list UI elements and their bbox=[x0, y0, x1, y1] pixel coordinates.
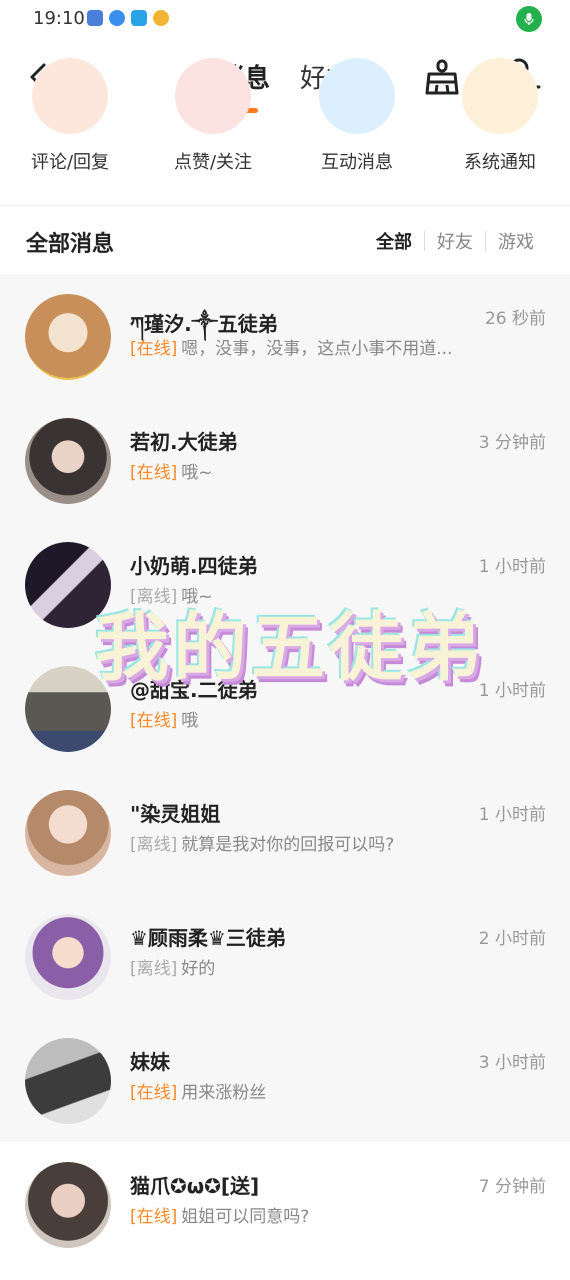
preview-text: 姐姐可以同意吗? bbox=[181, 1207, 310, 1227]
message-row[interactable]: ♛顾雨柔♛三徒弟 2 小时前 [离线] 好的 bbox=[0, 894, 570, 1018]
status-time: 19:10 bbox=[33, 8, 85, 29]
message-preview: [在线] 哦 bbox=[130, 706, 490, 731]
message-preview: [离线] 就算是我对你的回报可以吗? bbox=[130, 830, 490, 855]
notification-icons bbox=[87, 10, 169, 26]
quick-action-interactions[interactable]: 互动消息 bbox=[287, 58, 427, 204]
microphone-icon bbox=[516, 6, 542, 32]
quick-action-label: 系统通知 bbox=[464, 152, 536, 173]
comment-icon bbox=[32, 58, 108, 134]
app-notification-icon bbox=[87, 10, 103, 26]
online-status: [在线] bbox=[130, 711, 178, 731]
message-time: 1 小时前 bbox=[478, 805, 546, 825]
preview-text: 哦 bbox=[181, 711, 199, 731]
contact-name: 若初.大徒弟 bbox=[130, 430, 238, 454]
message-time: 7 分钟前 bbox=[478, 1177, 546, 1197]
message-preview: [离线] 哦~ bbox=[130, 582, 490, 607]
messages-header: 全部消息 全部 好友 游戏 bbox=[0, 206, 570, 274]
preview-text: 哦~ bbox=[181, 587, 213, 607]
offline-status: [离线] bbox=[130, 835, 178, 855]
message-time: 3 分钟前 bbox=[478, 433, 546, 453]
offline-status: [离线] bbox=[130, 959, 178, 979]
online-status: [在线] bbox=[130, 339, 178, 359]
avatar[interactable] bbox=[25, 294, 111, 380]
message-preview: [在线] 嗯，没事，没事，这点小事不用道... bbox=[130, 334, 490, 359]
message-row[interactable]: 猫爪✪ω✪[送] 7 分钟前 [在线] 姐姐可以同意吗? bbox=[0, 1142, 570, 1266]
message-row[interactable]: 小奶萌.四徒弟 1 小时前 [离线] 哦~ bbox=[0, 522, 570, 646]
contact-name: 猫爪✪ω✪[送] bbox=[130, 1174, 260, 1198]
message-time: 1 小时前 bbox=[478, 681, 546, 701]
online-status: [在线] bbox=[130, 463, 178, 483]
online-status: [在线] bbox=[130, 1083, 178, 1103]
message-filters: 全部 好友 游戏 bbox=[364, 228, 546, 254]
avatar[interactable] bbox=[25, 418, 111, 504]
filter-games[interactable]: 游戏 bbox=[486, 228, 546, 254]
online-status: [在线] bbox=[130, 1207, 178, 1227]
message-time: 2 小时前 bbox=[478, 929, 546, 949]
contact-name: 小奶萌.四徒弟 bbox=[130, 554, 258, 578]
message-row[interactable]: ཀ瑾汐.༒五徒弟 26 秒前 [在线] 嗯，没事，没事，这点小事不用道... bbox=[0, 274, 570, 398]
preview-text: 嗯，没事，没事，这点小事不用道... bbox=[181, 339, 453, 359]
like-icon bbox=[175, 58, 251, 134]
preview-text: 用来涨粉丝 bbox=[181, 1083, 267, 1103]
avatar[interactable] bbox=[25, 666, 111, 752]
message-row[interactable]: 若初.大徒弟 3 分钟前 [在线] 哦~ bbox=[0, 398, 570, 522]
contact-name: "染灵姐姐 bbox=[130, 802, 221, 826]
message-row[interactable]: @甜宝.二徒弟 1 小时前 [在线] 哦 bbox=[0, 646, 570, 770]
offline-status: [离线] bbox=[130, 587, 178, 607]
interaction-icon bbox=[319, 58, 395, 134]
quick-action-label: 互动消息 bbox=[321, 152, 393, 173]
contact-name: ♛顾雨柔♛三徒弟 bbox=[130, 926, 286, 950]
avatar[interactable] bbox=[25, 1038, 111, 1124]
avatar[interactable] bbox=[25, 790, 111, 876]
avatar[interactable] bbox=[25, 914, 111, 1000]
section-title: 全部消息 bbox=[26, 232, 115, 257]
message-time: 3 小时前 bbox=[478, 1053, 546, 1073]
app-notification-icon bbox=[153, 10, 169, 26]
filter-all[interactable]: 全部 bbox=[364, 228, 424, 254]
avatar[interactable] bbox=[25, 542, 111, 628]
quick-action-system[interactable]: 系统通知 bbox=[430, 58, 570, 204]
message-preview: [在线] 姐姐可以同意吗? bbox=[130, 1202, 490, 1227]
preview-text: 哦~ bbox=[181, 463, 213, 483]
quick-action-label: 评论/回复 bbox=[30, 152, 110, 173]
quick-action-label: 点赞/关注 bbox=[173, 152, 253, 173]
message-preview: [离线] 好的 bbox=[130, 954, 490, 979]
app-notification-icon bbox=[131, 10, 147, 26]
status-bar: 19:10 bbox=[0, 0, 570, 40]
message-preview: [在线] 哦~ bbox=[130, 458, 490, 483]
message-row[interactable]: "染灵姐姐 1 小时前 [离线] 就算是我对你的回报可以吗? bbox=[0, 770, 570, 894]
filter-friends[interactable]: 好友 bbox=[425, 228, 485, 254]
app-notification-icon bbox=[109, 10, 125, 26]
message-preview: [在线] 用来涨粉丝 bbox=[130, 1078, 490, 1103]
message-time: 1 小时前 bbox=[478, 557, 546, 577]
system-notice-icon bbox=[462, 58, 538, 134]
avatar[interactable] bbox=[25, 1162, 111, 1248]
message-time: 26 秒前 bbox=[484, 309, 546, 329]
clean-button[interactable] bbox=[424, 58, 460, 96]
quick-actions: 评论/回复 点赞/关注 互动消息 系统通知 bbox=[0, 58, 570, 204]
quick-action-likes[interactable]: 点赞/关注 bbox=[143, 58, 283, 204]
quick-action-comments[interactable]: 评论/回复 bbox=[0, 58, 140, 204]
contact-name: @甜宝.二徒弟 bbox=[130, 678, 258, 702]
preview-text: 就算是我对你的回报可以吗? bbox=[181, 835, 395, 855]
broom-icon bbox=[425, 59, 459, 95]
message-row[interactable]: 妹妹 3 小时前 [在线] 用来涨粉丝 bbox=[0, 1018, 570, 1142]
preview-text: 好的 bbox=[181, 959, 216, 979]
contact-name: 妹妹 bbox=[130, 1050, 170, 1074]
